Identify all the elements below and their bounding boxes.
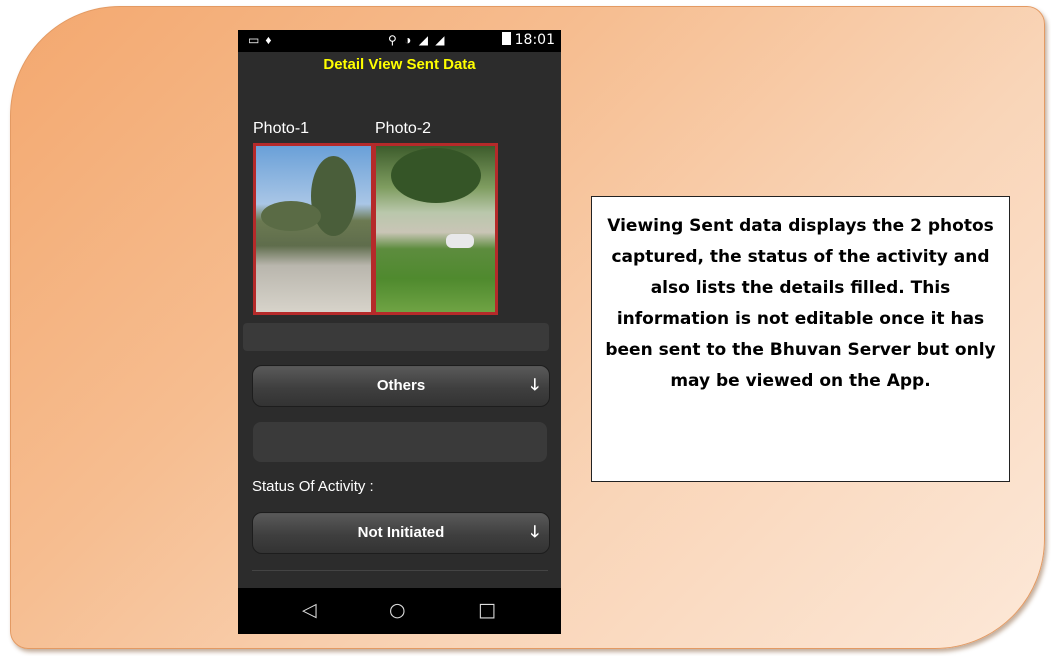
details-field [243,323,549,351]
category-dropdown[interactable]: Others 🡓 [252,365,550,407]
clock: 18:01 [514,32,555,48]
car-shape [446,234,474,248]
tree-shape [261,201,321,231]
battery-icon [501,32,511,45]
photo-2-thumbnail[interactable] [373,143,498,315]
signal-icons: ⚲ ◑ ◢ ◢ [388,33,447,47]
back-icon[interactable]: ◁ [302,599,317,621]
status-of-activity-label: Status Of Activity : [252,478,374,495]
status-bar: ▭♦ ⚲ ◑ ◢ ◢ 18:01 [238,30,561,52]
home-icon[interactable]: ○ [389,599,406,621]
phone-screenshot: ▭♦ ⚲ ◑ ◢ ◢ 18:01 Detail View Sent Data P… [238,30,561,634]
category-dropdown-value: Others [376,377,426,394]
tree-shape [391,148,481,203]
notification-icons: ▭♦ [248,33,278,47]
caption-box: Viewing Sent data displays the 2 photos … [591,196,1010,482]
caption-text: Viewing Sent data displays the 2 photos … [605,216,996,391]
arrow-down-icon: 🡓 [530,524,539,541]
status-time: 18:01 [501,32,555,48]
status-dropdown[interactable]: Not Initiated 🡓 [252,512,550,554]
recents-icon[interactable]: □ [478,599,496,621]
tree-shape [311,156,356,236]
page-title: Detail View Sent Data [323,56,476,73]
divider [252,570,548,571]
remarks-field [253,422,547,462]
arrow-down-icon: 🡓 [530,377,539,394]
status-dropdown-value: Not Initiated [357,524,445,541]
photo-1-label: Photo-1 [253,120,310,137]
navigation-bar: ◁ ○ □ [238,588,561,634]
photo-2-label: Photo-2 [375,120,432,137]
photo-1-thumbnail[interactable] [253,143,374,315]
